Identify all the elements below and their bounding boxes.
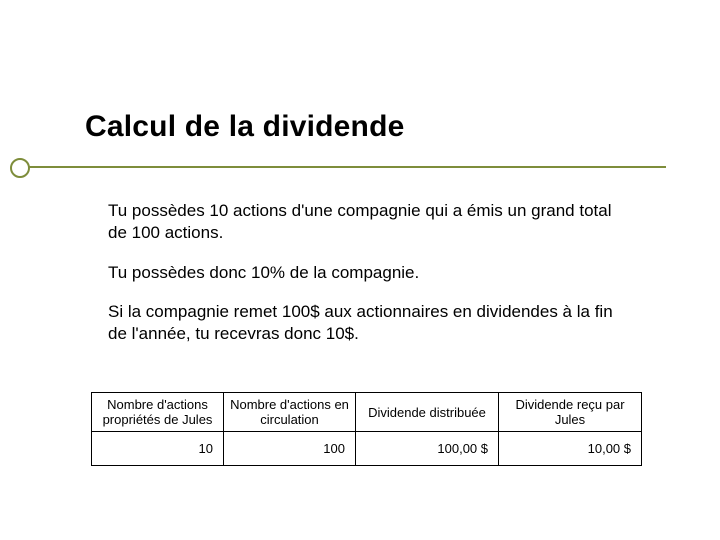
title-bullet-icon bbox=[10, 158, 30, 178]
table-header-cell: Nombre d'actions propriétés de Jules bbox=[92, 393, 224, 432]
paragraph-3: Si la compagnie remet 100$ aux actionnai… bbox=[108, 301, 628, 345]
dividend-table-container: Nombre d'actions propriétés de Jules Nom… bbox=[91, 392, 642, 466]
table-cell: 10 bbox=[92, 432, 224, 466]
slide-title: Calcul de la dividende bbox=[85, 110, 405, 144]
dividend-table: Nombre d'actions propriétés de Jules Nom… bbox=[91, 392, 642, 466]
table-header-cell: Dividende distribuée bbox=[356, 393, 499, 432]
table-header-row: Nombre d'actions propriétés de Jules Nom… bbox=[92, 393, 642, 432]
slide-body: Tu possèdes 10 actions d'une compagnie q… bbox=[108, 200, 628, 363]
table-header-cell: Dividende reçu par Jules bbox=[499, 393, 642, 432]
table-cell: 10,00 $ bbox=[499, 432, 642, 466]
paragraph-2: Tu possèdes donc 10% de la compagnie. bbox=[108, 262, 628, 284]
slide: Calcul de la dividende Tu possèdes 10 ac… bbox=[0, 0, 720, 540]
table-row: 10 100 100,00 $ 10,00 $ bbox=[92, 432, 642, 466]
table-header-cell: Nombre d'actions en circulation bbox=[224, 393, 356, 432]
table-cell: 100 bbox=[224, 432, 356, 466]
paragraph-1: Tu possèdes 10 actions d'une compagnie q… bbox=[108, 200, 628, 244]
table-cell: 100,00 $ bbox=[356, 432, 499, 466]
title-underline bbox=[18, 166, 666, 168]
